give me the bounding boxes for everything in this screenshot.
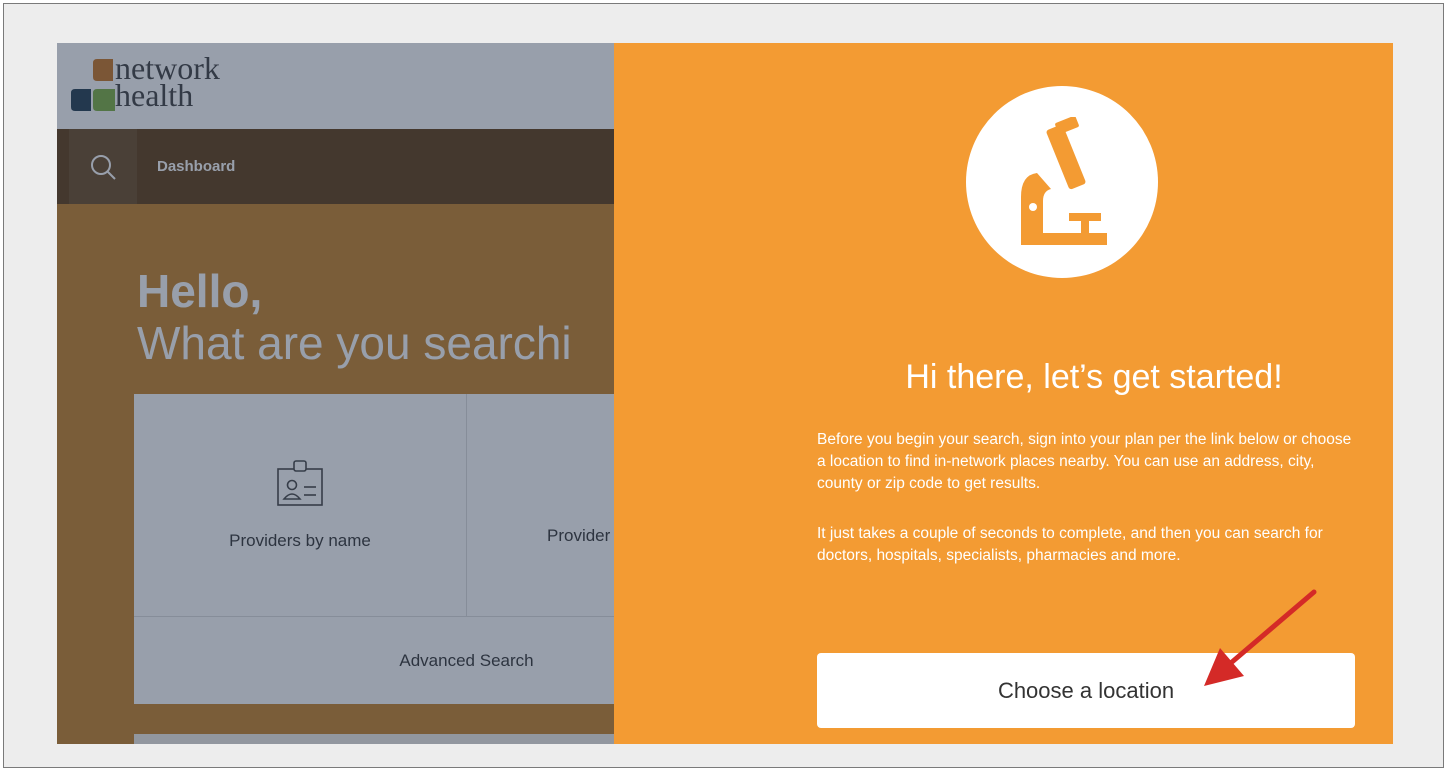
panel-title: Hi there, let’s get started! bbox=[905, 358, 1283, 396]
choose-location-button[interactable]: Choose a location bbox=[817, 653, 1355, 728]
panel-intro-text: Before you begin your search, sign into … bbox=[817, 431, 1352, 492]
browser-viewport: network health Dashboard Hello, What are… bbox=[57, 43, 1393, 744]
icon-circle bbox=[966, 86, 1158, 278]
get-started-panel: Hi there, let’s get started! Before you … bbox=[614, 43, 1393, 744]
panel-followup-text: It just takes a couple of seconds to com… bbox=[817, 525, 1323, 564]
microscope-icon bbox=[1021, 117, 1107, 245]
